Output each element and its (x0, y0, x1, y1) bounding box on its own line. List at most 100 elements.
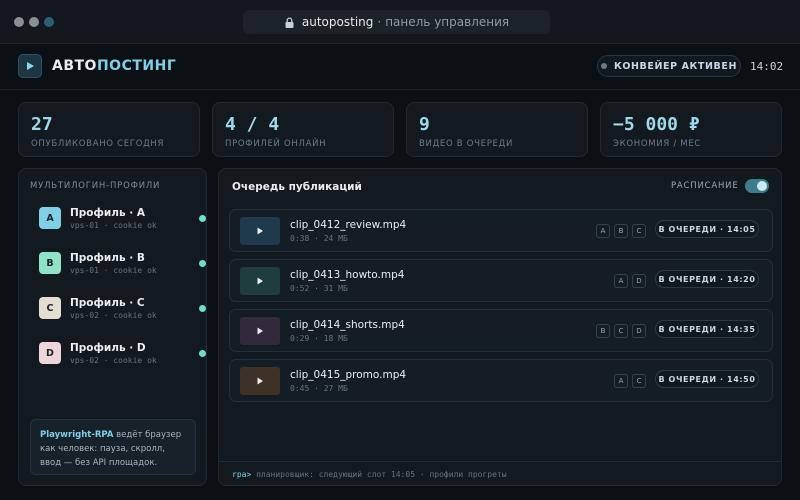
profile-tag: C (614, 324, 628, 338)
profile-tags: A C (614, 374, 646, 388)
profile-item-b[interactable]: B Профиль · B vps-01 · cookie ok (39, 251, 206, 277)
profile-tags: A D (614, 274, 646, 288)
play-icon (257, 377, 263, 385)
video-thumbnail[interactable] (240, 367, 280, 395)
video-thumbnail[interactable] (240, 267, 280, 295)
avatar: A (39, 207, 61, 229)
profile-tags: A B C (596, 224, 646, 238)
profile-tags: B C D (596, 324, 646, 338)
brand-part2: ПОСТИНГ (96, 58, 177, 74)
queue-item[interactable]: clip_0415_promo.mp4 0:45 · 27 МБ A C В О… (229, 359, 773, 402)
play-icon (257, 327, 263, 335)
schedule-toggle[interactable] (745, 179, 769, 193)
profile-item-d[interactable]: D Профиль · D vps-02 · cookie ok (39, 341, 206, 367)
profile-meta: vps-01 · cookie ok (70, 266, 157, 275)
clock: 14:02 (750, 60, 784, 73)
video-thumbnail[interactable] (240, 317, 280, 345)
app-header: АВТОПОСТИНГ КОНВЕЙЕР АКТИВЕН 14:02 (0, 44, 800, 90)
rpa-info-note: Playwright-RPA ведёт браузер как человек… (30, 419, 196, 475)
queue-item[interactable]: clip_0413_howto.mp4 0:52 · 31 МБ A D В О… (229, 259, 773, 302)
avatar: C (39, 297, 61, 319)
schedule-label: РАСПИСАНИЕ (671, 181, 739, 191)
browser-chrome: autoposting · панель управления (0, 0, 800, 44)
stat-label: ВИДЕО В ОЧЕРЕДИ (419, 139, 514, 149)
terminal-text: планировщик: следующий слот 14:05 · проф… (256, 470, 507, 479)
stat-value: 27 (31, 114, 53, 135)
pipeline-status-badge[interactable]: КОНВЕЙЕР АКТИВЕН (597, 55, 741, 77)
play-logo-button[interactable] (18, 54, 42, 78)
online-status-dot (199, 215, 206, 222)
queue-status-badge: В ОЧЕРЕДИ · 14:50 (655, 370, 759, 388)
queue-status-badge: В ОЧЕРЕДИ · 14:20 (655, 270, 759, 288)
play-icon (257, 277, 263, 285)
stat-value: 9 (419, 114, 430, 135)
stat-label: ОПУБЛИКОВАНО СЕГОДНЯ (31, 139, 165, 149)
online-status-dot (199, 305, 206, 312)
address-bar[interactable]: autoposting · панель управления (243, 10, 550, 34)
video-meta: 0:29 · 18 МБ (290, 334, 348, 343)
window-maximize-dot[interactable] (44, 17, 54, 27)
status-dot-icon (600, 63, 607, 69)
window-minimize-dot[interactable] (29, 17, 39, 27)
stat-card-profiles-online: 4 / 4 ПРОФИЛЕЙ ОНЛАЙН (212, 102, 394, 157)
stat-label: ЭКОНОМИЯ / МЕС (613, 139, 702, 149)
terminal-prompt: rpa> (232, 470, 252, 479)
window-close-dot[interactable] (14, 17, 24, 27)
stat-value: −5 000 ₽ (613, 114, 700, 135)
profile-name: Профиль · C (70, 297, 145, 309)
profile-tag: C (632, 374, 646, 388)
toggle-knob (757, 181, 767, 191)
note-highlight: Playwright-RPA (40, 430, 114, 440)
play-icon (27, 62, 34, 70)
video-meta: 0:45 · 27 МБ (290, 384, 348, 393)
lock-icon (284, 16, 295, 28)
queue-item[interactable]: clip_0414_shorts.mp4 0:29 · 18 МБ B C D … (229, 309, 773, 352)
online-status-dot (199, 350, 206, 357)
video-thumbnail[interactable] (240, 217, 280, 245)
profile-tag: D (632, 274, 646, 288)
profile-tag: C (632, 224, 646, 238)
profile-name: Профиль · B (70, 252, 145, 264)
url-host: autoposting (301, 15, 374, 29)
video-filename: clip_0413_howto.mp4 (290, 269, 405, 281)
avatar: B (39, 252, 61, 274)
online-status-dot (199, 260, 206, 267)
profile-name: Профиль · A (70, 207, 146, 219)
stat-card-savings: −5 000 ₽ ЭКОНОМИЯ / МЕС (600, 102, 782, 157)
profile-tag: B (614, 224, 628, 238)
url-separator: · (377, 15, 382, 29)
profile-tag: D (632, 324, 646, 338)
video-filename: clip_0415_promo.mp4 (290, 369, 407, 381)
video-meta: 0:38 · 24 МБ (290, 234, 348, 243)
profile-item-a[interactable]: A Профиль · A vps-01 · cookie ok (39, 206, 206, 232)
profiles-panel-title: МУЛЬТИЛОГИН-ПРОФИЛИ (30, 181, 161, 191)
profile-meta: vps-02 · cookie ok (70, 311, 157, 320)
stat-card-queued-videos: 9 ВИДЕО В ОЧЕРЕДИ (406, 102, 588, 157)
pipeline-status-label: КОНВЕЙЕР АКТИВЕН (613, 60, 738, 72)
video-meta: 0:52 · 31 МБ (290, 284, 348, 293)
profile-item-c[interactable]: C Профиль · C vps-02 · cookie ok (39, 296, 206, 322)
profile-tag: A (596, 224, 610, 238)
profile-name: Профиль · D (70, 342, 146, 354)
brand-part1: АВТО (52, 58, 97, 74)
rpa-terminal-line: rpa> планировщик: следующий слот 14:05 ·… (219, 461, 781, 486)
stat-value: 4 / 4 (225, 114, 280, 135)
video-filename: clip_0412_review.mp4 (290, 219, 407, 231)
brand-title: АВТОПОСТИНГ (52, 58, 176, 74)
profiles-panel: МУЛЬТИЛОГИН-ПРОФИЛИ A Профиль · A vps-01… (18, 168, 207, 486)
queue-status-badge: В ОЧЕРЕДИ · 14:35 (655, 320, 759, 338)
queue-title: Очередь публикаций (232, 181, 362, 193)
stat-label: ПРОФИЛЕЙ ОНЛАЙН (225, 139, 327, 149)
stat-card-published: 27 ОПУБЛИКОВАНО СЕГОДНЯ (18, 102, 200, 157)
profile-tag: A (614, 274, 628, 288)
publication-queue-panel: Очередь публикаций РАСПИСАНИЕ clip_0412_… (218, 168, 782, 486)
play-icon (257, 227, 263, 235)
video-filename: clip_0414_shorts.mp4 (290, 319, 405, 331)
url-path: панель управления (385, 15, 510, 29)
profile-meta: vps-01 · cookie ok (70, 221, 157, 230)
profile-tag: B (596, 324, 610, 338)
queue-item[interactable]: clip_0412_review.mp4 0:38 · 24 МБ A B C … (229, 209, 773, 252)
profile-meta: vps-02 · cookie ok (70, 356, 157, 365)
profile-tag: A (614, 374, 628, 388)
queue-status-badge: В ОЧЕРЕДИ · 14:05 (655, 220, 759, 238)
